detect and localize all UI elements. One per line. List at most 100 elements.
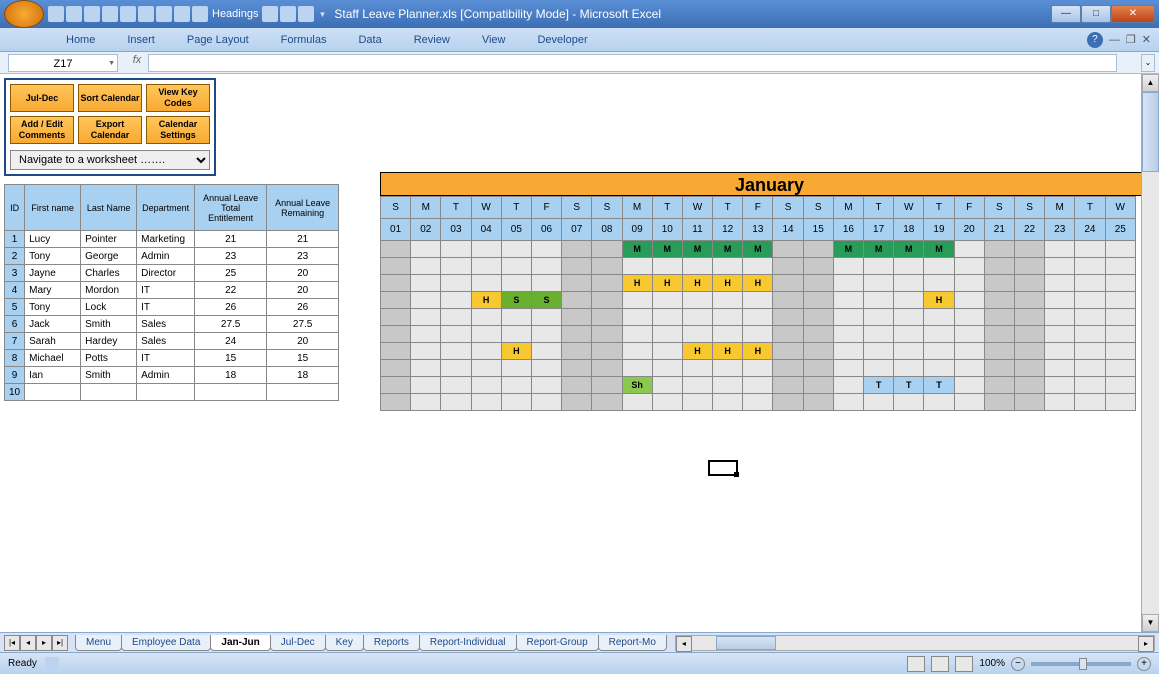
calendar-cell[interactable] [562, 394, 592, 411]
calendar-cell[interactable] [773, 275, 803, 292]
calendar-cell[interactable] [833, 275, 863, 292]
calendar-cell[interactable] [954, 343, 984, 360]
highlight-icon[interactable] [156, 6, 172, 22]
sheet-tab-reportmo[interactable]: Report-Mo [598, 635, 667, 651]
date-header[interactable]: 22 [1014, 219, 1044, 241]
col-lastname[interactable]: Last Name [81, 185, 137, 231]
calendar-cell[interactable] [652, 309, 682, 326]
calendar-cell[interactable] [562, 360, 592, 377]
calendar-cell[interactable] [592, 377, 622, 394]
calendar-cell[interactable] [1105, 258, 1136, 275]
calendar-cell[interactable]: H [713, 275, 743, 292]
normal-view-icon[interactable] [907, 656, 925, 672]
date-header[interactable]: 19 [924, 219, 954, 241]
table-row[interactable]: 9IanSmithAdmin1818 [5, 367, 339, 384]
calendar-cell[interactable] [894, 275, 924, 292]
calendar-cell[interactable] [411, 275, 441, 292]
calendar-cell[interactable] [1045, 241, 1075, 258]
calendar-cell[interactable] [743, 326, 773, 343]
date-header[interactable]: 05 [501, 219, 531, 241]
ribbon-tab-data[interactable]: Data [350, 30, 389, 50]
scroll-down-icon[interactable]: ▼ [1142, 614, 1159, 632]
calendar-cell[interactable] [622, 258, 652, 275]
sheet-tab-menu[interactable]: Menu [75, 635, 122, 651]
calendar-cell[interactable] [924, 343, 954, 360]
tab-first-icon[interactable]: |◂ [4, 635, 20, 651]
calendar-cell[interactable] [441, 258, 471, 275]
calendar-cell[interactable] [652, 326, 682, 343]
calendar-cell[interactable] [411, 326, 441, 343]
calendar-cell[interactable] [743, 292, 773, 309]
calendar-cell[interactable] [622, 343, 652, 360]
calendar-cell[interactable] [894, 326, 924, 343]
date-header[interactable]: 13 [743, 219, 773, 241]
zoom-level[interactable]: 100% [979, 658, 1005, 669]
calendar-cell[interactable] [1075, 275, 1105, 292]
calendar-cell[interactable]: M [833, 241, 863, 258]
sheet-tab-employeedata[interactable]: Employee Data [121, 635, 211, 651]
calendar-cell[interactable] [531, 258, 561, 275]
date-header[interactable]: 04 [471, 219, 501, 241]
calendar-cell[interactable] [652, 292, 682, 309]
redo-icon[interactable] [84, 6, 100, 22]
calendar-cell[interactable] [531, 326, 561, 343]
table-row[interactable]: 3JayneCharlesDirector2520 [5, 265, 339, 282]
day-header[interactable]: M [1045, 197, 1075, 219]
calendar-cell[interactable] [1075, 343, 1105, 360]
calendar-cell[interactable] [592, 360, 622, 377]
calendar-cell[interactable] [984, 258, 1014, 275]
calendar-cell[interactable] [531, 394, 561, 411]
tab-last-icon[interactable]: ▸| [52, 635, 68, 651]
calendar-cell[interactable]: M [894, 241, 924, 258]
calendar-cell[interactable] [622, 292, 652, 309]
table-row[interactable]: 2TonyGeorgeAdmin2323 [5, 248, 339, 265]
calendar-cell[interactable] [984, 309, 1014, 326]
date-header[interactable]: 21 [984, 219, 1014, 241]
calendar-cell[interactable] [531, 360, 561, 377]
calendar-cell[interactable]: H [743, 343, 773, 360]
calendar-cell[interactable] [713, 326, 743, 343]
calendar-cell[interactable] [562, 258, 592, 275]
calendar-cell[interactable] [682, 360, 712, 377]
calendar-cell[interactable] [592, 309, 622, 326]
date-header[interactable]: 12 [713, 219, 743, 241]
day-header[interactable]: S [562, 197, 592, 219]
date-header[interactable]: 08 [592, 219, 622, 241]
day-header[interactable]: T [652, 197, 682, 219]
calendar-cell[interactable]: H [652, 275, 682, 292]
calendar-cell[interactable] [803, 377, 833, 394]
lock-icon[interactable] [102, 6, 118, 22]
calendar-cell[interactable] [592, 292, 622, 309]
export-calendar-button[interactable]: Export Calendar [78, 116, 142, 144]
calendar-cell[interactable] [803, 360, 833, 377]
calendar-cell[interactable] [441, 326, 471, 343]
calendar-cell[interactable] [501, 394, 531, 411]
calendar-cell[interactable]: S [531, 292, 561, 309]
calendar-cell[interactable] [411, 258, 441, 275]
calendar-cell[interactable]: H [501, 343, 531, 360]
calendar-cell[interactable] [984, 241, 1014, 258]
day-header[interactable]: M [411, 197, 441, 219]
hscroll-right-icon[interactable]: ▸ [1138, 636, 1154, 652]
calendar-cell[interactable] [864, 292, 894, 309]
calendar-cell[interactable] [954, 394, 984, 411]
calendar-cell[interactable] [592, 394, 622, 411]
calendar-cell[interactable] [1014, 377, 1044, 394]
calendar-cell[interactable] [924, 309, 954, 326]
calendar-cell[interactable] [1045, 292, 1075, 309]
date-header[interactable]: 09 [622, 219, 652, 241]
calendar-cell[interactable] [864, 326, 894, 343]
calendar-cell[interactable] [531, 377, 561, 394]
col-remain[interactable]: Annual Leave Remaining [267, 185, 339, 231]
date-header[interactable]: 20 [954, 219, 984, 241]
calendar-cell[interactable] [501, 241, 531, 258]
calendar-cell[interactable] [562, 343, 592, 360]
minimize-button[interactable]: — [1051, 5, 1081, 23]
calendar-cell[interactable] [773, 326, 803, 343]
calendar-cell[interactable] [381, 258, 411, 275]
calendar-cell[interactable] [833, 292, 863, 309]
calendar-cell[interactable] [1014, 326, 1044, 343]
calendar-cell[interactable]: M [864, 241, 894, 258]
calendar-cell[interactable] [441, 309, 471, 326]
calendar-cell[interactable] [411, 309, 441, 326]
